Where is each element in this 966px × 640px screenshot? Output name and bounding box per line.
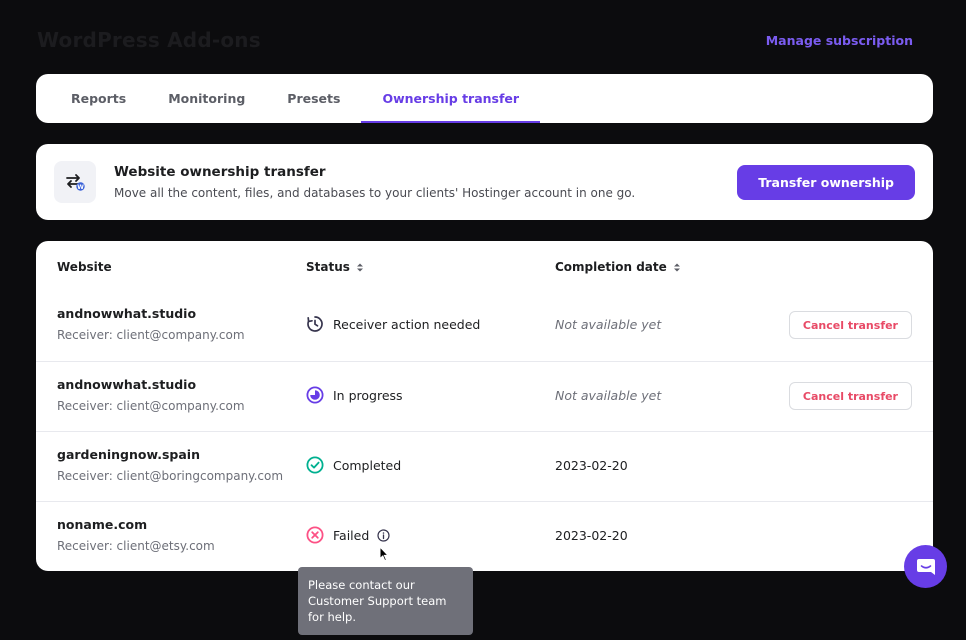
table-row: andnowwhat.studio Receiver: client@compa…	[36, 291, 933, 361]
transfer-description: Move all the content, files, and databas…	[114, 186, 636, 200]
header-status-label: Status	[306, 260, 350, 274]
table-row: noname.com Receiver: client@etsy.com Fai…	[36, 501, 933, 571]
info-icon[interactable]	[377, 528, 390, 542]
status-label: Completed	[333, 457, 402, 473]
status: Completed	[306, 456, 401, 474]
status: Failed	[306, 526, 390, 544]
completion-date: 2023-02-20	[555, 458, 628, 473]
site-name: noname.com	[57, 517, 148, 532]
transfer-arrows-wordpress-icon: W	[54, 161, 96, 203]
sort-icon	[356, 263, 363, 271]
transfer-ownership-button[interactable]: Transfer ownership	[737, 164, 915, 200]
chat-icon	[916, 558, 935, 575]
check-circle-icon	[306, 456, 324, 474]
clock-rotate-icon	[306, 315, 324, 333]
tabs-bar: Reports Monitoring Presets Ownership tra…	[36, 74, 933, 123]
mouse-cursor-icon	[379, 545, 390, 566]
transfer-title: Website ownership transfer	[114, 164, 326, 180]
cancel-transfer-button[interactable]: Cancel transfer	[788, 382, 912, 410]
receiver-email: Receiver: client@company.com	[57, 399, 245, 413]
transfers-table: Website Status Completion date andnowwha…	[36, 241, 933, 571]
site-name: gardeningnow.spain	[57, 447, 200, 462]
header-status[interactable]: Status	[306, 260, 364, 274]
failed-info-tooltip: Please contact our Customer Support team…	[298, 567, 473, 635]
manage-subscription-link[interactable]: Manage subscription	[766, 33, 913, 48]
status-label: Failed	[333, 527, 370, 543]
tab-presets[interactable]: Presets	[266, 74, 361, 123]
progress-icon	[306, 386, 324, 404]
completion-date: 2023-02-20	[555, 528, 628, 543]
transfer-text: Website ownership transfer Move all the …	[114, 164, 737, 200]
sort-icon	[673, 263, 680, 271]
receiver-email: Receiver: client@boringcompany.com	[57, 469, 284, 483]
completion-date: Not available yet	[555, 388, 662, 403]
tab-reports[interactable]: Reports	[50, 74, 147, 123]
status-label: Receiver action needed	[333, 316, 481, 332]
status: In progress	[306, 386, 403, 404]
site-name: andnowwhat.studio	[57, 377, 197, 392]
status: Receiver action needed	[306, 315, 480, 333]
receiver-email: Receiver: client@company.com	[57, 328, 245, 342]
table-row: andnowwhat.studio Receiver: client@compa…	[36, 361, 933, 431]
table-header: Website Status Completion date	[36, 241, 933, 291]
header-completion-date[interactable]: Completion date	[555, 260, 681, 274]
completion-date: Not available yet	[555, 317, 662, 332]
header-website: Website	[57, 260, 112, 274]
status-label: In progress	[333, 387, 403, 403]
tab-ownership-transfer[interactable]: Ownership transfer	[361, 74, 540, 123]
header-completion-date-label: Completion date	[555, 260, 667, 274]
ownership-transfer-card: W Website ownership transfer Move all th…	[36, 144, 933, 220]
cancel-transfer-button[interactable]: Cancel transfer	[788, 311, 912, 339]
tab-monitoring[interactable]: Monitoring	[147, 74, 266, 123]
receiver-email: Receiver: client@etsy.com	[57, 539, 215, 553]
page-header: WordPress Add-ons Manage subscription	[37, 24, 913, 56]
table-row: gardeningnow.spain Receiver: client@bori…	[36, 431, 933, 501]
svg-text:W: W	[77, 184, 84, 191]
header-website-label: Website	[57, 260, 112, 274]
site-name: andnowwhat.studio	[57, 306, 197, 321]
x-circle-icon	[306, 526, 324, 544]
page-title: WordPress Add-ons	[37, 28, 261, 52]
chat-support-button[interactable]	[904, 545, 947, 588]
